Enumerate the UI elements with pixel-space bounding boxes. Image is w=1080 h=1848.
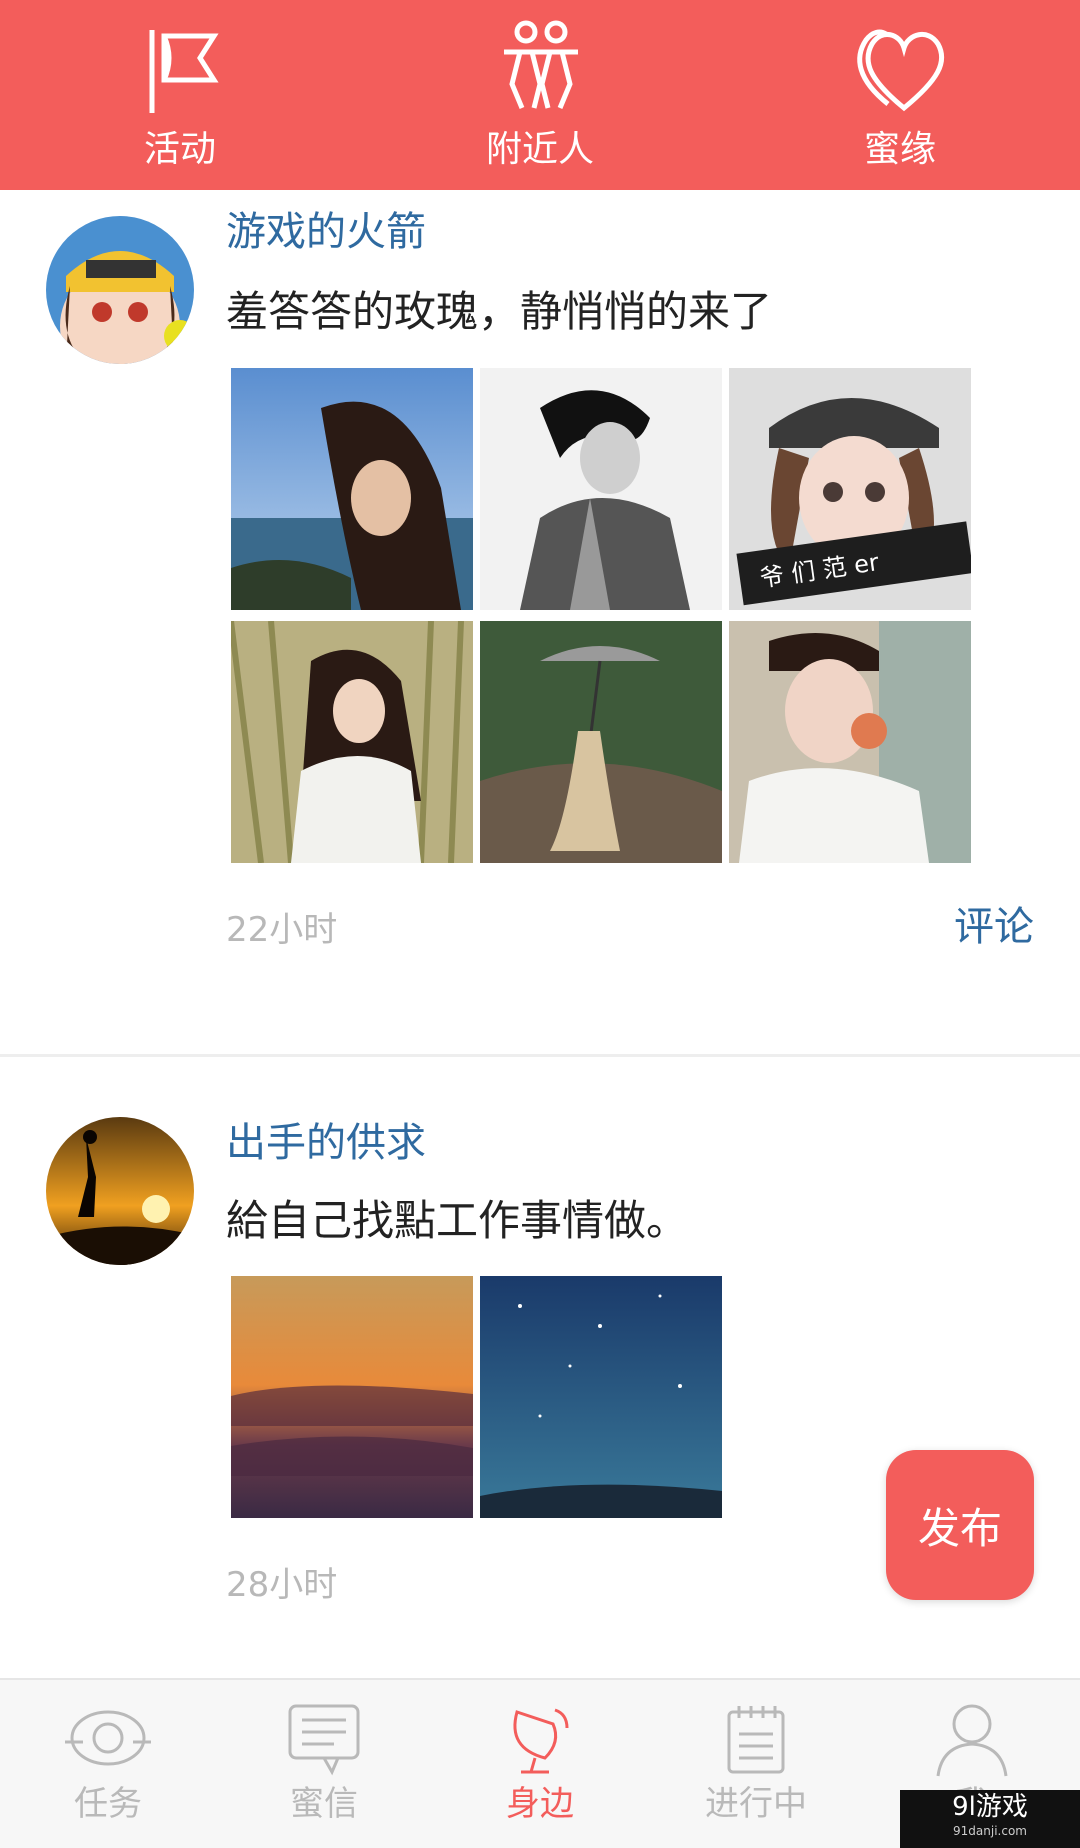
tab-nearby-people-label: 附近人 [485,129,594,170]
feed-post: 游戏的火箭 羞答答的玫瑰，静悄悄的来了 爷 们 范 er 22小时 评论 [0,190,1080,1056]
flag-icon [149,30,219,113]
post-photo[interactable] [729,621,971,863]
post-content: 給自己找點工作事情做。 [226,1196,689,1245]
profile-icon [936,1704,1008,1777]
publish-button[interactable]: 发布 [886,1450,1034,1600]
nav-in-progress-label: 进行中 [705,1784,807,1824]
nav-task-label: 任务 [74,1784,142,1824]
nav-nearby[interactable]: 身边 [432,1680,648,1848]
post-timestamp: 28小时 [226,1565,338,1605]
post-username[interactable]: 游戏的火箭 [226,206,426,258]
comment-button[interactable]: 评论 [954,902,1034,952]
task-icon [65,1710,151,1766]
tab-activity-label: 活动 [143,129,216,170]
post-photo[interactable]: 爷 们 范 er [729,368,971,610]
tab-match-label: 蜜缘 [863,129,936,170]
post-photo[interactable] [231,1276,473,1518]
post-photo[interactable] [231,621,473,863]
nav-nearby-label: 身边 [506,1784,574,1824]
nav-messages-label: 蜜信 [290,1784,358,1824]
nearby-icon [513,1708,569,1774]
avatar[interactable] [46,216,194,364]
post-photo[interactable] [480,621,722,863]
post-username[interactable]: 出手的供求 [226,1117,426,1169]
top-tab-bar: 活动 附近人 蜜缘 [0,0,1080,190]
nav-in-progress[interactable]: 进行中 [648,1680,864,1848]
watermark-logo: 9l游戏 91danji.com [900,1790,1080,1848]
people-icon [504,20,578,109]
tab-activity[interactable]: 活动 [0,0,360,190]
post-timestamp: 22小时 [226,910,338,950]
nav-task[interactable]: 任务 [0,1680,216,1848]
tab-nearby-people[interactable]: 附近人 [360,0,720,190]
post-photo[interactable] [480,368,722,610]
avatar[interactable] [46,1117,194,1265]
post-content: 羞答答的玫瑰，静悄悄的来了 [226,287,773,336]
watermark-brand: 9l游戏 [952,1792,1028,1822]
heart-icon [857,29,945,112]
watermark-site: 91danji.com [953,1824,1027,1838]
tab-match[interactable]: 蜜缘 [720,0,1080,190]
post-photo[interactable] [231,368,473,610]
message-icon [288,1704,360,1776]
calendar-icon [727,1706,785,1774]
post-photo[interactable] [480,1276,722,1518]
nav-messages[interactable]: 蜜信 [216,1680,432,1848]
